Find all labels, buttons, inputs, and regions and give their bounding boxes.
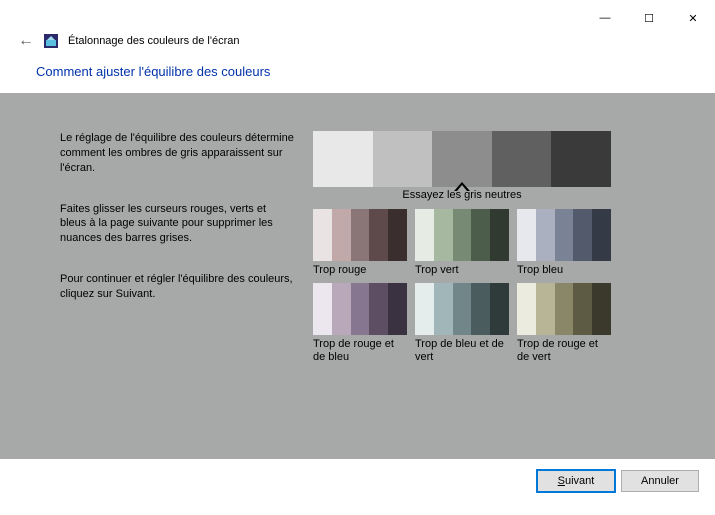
swatch-cell (369, 209, 388, 261)
swatch-cell (332, 209, 351, 261)
swatch-cell (573, 283, 592, 335)
app-icon (44, 34, 58, 48)
swatch-cell (453, 283, 472, 335)
neutral-gray-cell (492, 131, 552, 187)
neutral-gray-cell (313, 131, 373, 187)
swatch-strip (313, 283, 407, 335)
content-area: Le réglage de l'équilibre des couleurs d… (0, 93, 715, 459)
swatch-cell (313, 283, 332, 335)
swatch-strip (517, 283, 611, 335)
swatch-grid: Trop rouge Trop vert Trop bleu Trop de roug… (313, 209, 685, 365)
swatch-label: Trop de rouge et de vert (517, 335, 611, 364)
swatch-cell (536, 209, 555, 261)
maximize-icon[interactable]: ☐ (627, 6, 671, 30)
swatch-cell (351, 283, 370, 335)
button-bar: Suivant Annuler (0, 459, 715, 502)
swatch-cell (453, 209, 472, 261)
instruction-paragraph: Le réglage de l'équilibre des couleurs d… (60, 131, 295, 176)
swatch-block: Trop vert (415, 209, 509, 277)
neutral-gray-cell (551, 131, 611, 187)
swatch-cell (351, 209, 370, 261)
swatch-cell (490, 283, 509, 335)
header: ← Étalonnage des couleurs de l'écran (0, 30, 715, 58)
swatch-cell (592, 283, 611, 335)
swatch-cell (490, 209, 509, 261)
next-button[interactable]: Suivant (537, 470, 615, 492)
swatch-block: Trop de rouge et de vert (517, 283, 611, 364)
close-icon[interactable]: ✕ (671, 6, 715, 30)
swatch-column: Essayez les gris neutres Trop rougeTrop … (313, 131, 685, 459)
swatch-cell (388, 283, 407, 335)
swatch-cell (313, 209, 332, 261)
swatch-cell (555, 283, 574, 335)
swatch-strip (415, 209, 509, 261)
neutral-gray-strip (313, 131, 611, 187)
page-title: Comment ajuster l'équilibre des couleurs (0, 58, 715, 93)
swatch-cell (332, 283, 351, 335)
minimize-icon[interactable]: — (583, 6, 627, 30)
swatch-strip (313, 209, 407, 261)
app-title: Étalonnage des couleurs de l'écran (68, 35, 240, 47)
instruction-paragraph: Pour continuer et régler l'équilibre des… (60, 272, 295, 302)
swatch-cell (573, 209, 592, 261)
instruction-paragraph: Faites glisser les curseurs rouges, vert… (60, 202, 295, 247)
swatch-cell (555, 209, 574, 261)
back-arrow-icon[interactable]: ← (18, 32, 34, 50)
swatch-label: Trop de bleu et de vert (415, 335, 509, 364)
swatch-cell (471, 209, 490, 261)
swatch-block: Trop de bleu et de vert (415, 283, 509, 364)
swatch-label: Trop de rouge et de bleu (313, 335, 407, 364)
swatch-cell (592, 209, 611, 261)
swatch-strip (415, 283, 509, 335)
swatch-cell (434, 209, 453, 261)
cancel-button[interactable]: Annuler (621, 470, 699, 492)
neutral-gray-cell (373, 131, 433, 187)
swatch-cell (536, 283, 555, 335)
instructions-column: Le réglage de l'équilibre des couleurs d… (60, 131, 295, 459)
swatch-label: Trop rouge (313, 261, 407, 277)
swatch-block: Trop rouge (313, 209, 407, 277)
swatch-cell (471, 283, 490, 335)
swatch-cell (369, 283, 388, 335)
swatch-cell (415, 283, 434, 335)
swatch-block: Trop de rouge et de bleu (313, 283, 407, 364)
neutral-gray-cell (432, 131, 492, 187)
window-titlebar: — ☐ ✕ (0, 0, 715, 30)
swatch-label: Trop bleu (517, 261, 611, 277)
swatch-block: Trop bleu (517, 209, 611, 277)
swatch-strip (517, 209, 611, 261)
swatch-cell (388, 209, 407, 261)
swatch-cell (415, 209, 434, 261)
swatch-cell (434, 283, 453, 335)
swatch-cell (517, 283, 536, 335)
neutral-caption: Essayez les gris neutres (313, 187, 611, 201)
swatch-cell (517, 209, 536, 261)
swatch-label: Trop vert (415, 261, 509, 277)
